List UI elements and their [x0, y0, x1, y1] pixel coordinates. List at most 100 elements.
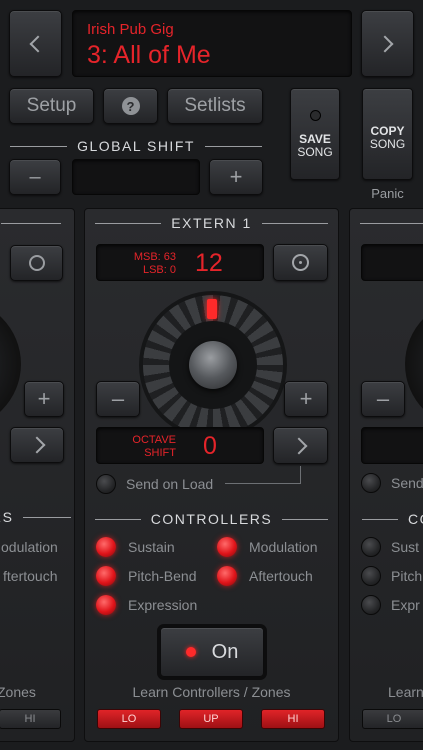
octave-label-1: OCTAVE [132, 434, 176, 446]
right-controller-1-led [361, 537, 381, 557]
midi-settings-button[interactable] [273, 244, 328, 281]
right-zone-lo[interactable]: LO [362, 709, 423, 729]
learn-on-led [185, 647, 196, 657]
song-display: Irish Pub Gig 3: All of Me [72, 10, 352, 77]
controller-modulation[interactable]: Modulation [217, 537, 318, 557]
learn-on-button[interactable]: On [160, 627, 264, 677]
left-learn-label: Zones [0, 684, 36, 700]
expression-led [96, 595, 116, 615]
learn-on-label: On [211, 640, 239, 663]
modulation-led [217, 537, 237, 557]
right-knob[interactable] [405, 299, 423, 429]
right-controllers-header: CO [362, 511, 423, 527]
right-controller-2[interactable]: Pitch [361, 566, 422, 586]
copy-label-2: SONG [369, 137, 406, 151]
octave-minus-button[interactable]: – [96, 381, 140, 417]
setlists-button[interactable]: Setlists [167, 88, 263, 124]
chevron-right-icon [290, 437, 307, 454]
right-instrument-panel: – Send CO Sust Pitch Expr Learn LO [349, 208, 423, 742]
octave-value: 0 [203, 432, 217, 460]
aftertouch-led [217, 566, 237, 586]
left-midi-button[interactable] [10, 245, 63, 281]
right-controller-3-led [361, 595, 381, 615]
save-indicator-led [309, 109, 321, 121]
send-on-load-label: Send on Load [126, 476, 214, 492]
octave-knob-ring [143, 295, 283, 435]
next-song-button[interactable] [361, 10, 414, 77]
right-controller-2-label: Pitch [391, 568, 423, 584]
help-icon: ? [121, 97, 140, 115]
global-shift-title: GLOBAL SHIFT [0, 138, 272, 154]
left-next-button[interactable] [10, 427, 64, 463]
left-header-line [1, 223, 61, 224]
left-instrument-panel: + RS odulation ftertouch Zones HI [0, 208, 75, 742]
octave-shift-display: OCTAVE SHIFT 0 [96, 427, 264, 464]
midi-port-icon [28, 255, 45, 271]
global-shift-minus-button[interactable]: – [9, 159, 61, 195]
setup-button[interactable]: Setup [9, 88, 94, 124]
octave-knob[interactable] [189, 341, 237, 389]
expression-label: Expression [128, 597, 198, 613]
left-knob[interactable] [0, 299, 21, 429]
save-label-2: SONG [297, 144, 333, 159]
right-controller-2-led [361, 566, 381, 586]
sustain-led [96, 537, 116, 557]
zone-up-button[interactable]: UP [179, 709, 243, 729]
global-shift-plus-button[interactable]: + [209, 159, 263, 195]
gig-name: Irish Pub Gig [87, 21, 174, 38]
help-button[interactable]: ? [103, 88, 158, 124]
midi-port-icon [292, 254, 309, 271]
right-learn-label: Learn [388, 684, 423, 700]
left-controllers-header: RS [0, 509, 71, 525]
msb-value: MSB: 63 [133, 251, 176, 263]
chevron-right-icon [28, 436, 46, 454]
lsb-value: LSB: 0 [142, 264, 176, 276]
controllers-title: CONTROLLERS [85, 511, 338, 527]
pitch-bend-led [96, 566, 116, 586]
left-plus-button[interactable]: + [24, 381, 64, 417]
right-controller-1-label: Sust [391, 539, 420, 555]
right-send-on-load[interactable]: Send [361, 473, 423, 493]
aftertouch-label: Aftertouch [249, 568, 313, 584]
right-controllers-rule [362, 518, 398, 520]
right-octave-display [361, 427, 423, 464]
chevron-left-icon [29, 35, 47, 52]
knob-indicator-led [207, 299, 217, 319]
right-header-line [360, 223, 423, 224]
program-display: MSB: 63 LSB: 0 12 [96, 244, 264, 281]
right-program-display [361, 244, 423, 281]
left-controllers-rule [23, 516, 71, 518]
modulation-label: Modulation [249, 539, 318, 555]
right-send-led [361, 473, 381, 493]
save-song-button[interactable]: SAVE SONG [290, 88, 340, 180]
save-label-1: SAVE [299, 131, 331, 146]
left-controller-2[interactable]: ftertouch [3, 568, 57, 584]
extern1-panel: EXTERN 1 MSB: 63 LSB: 0 12 – + OCTAVE SH… [84, 208, 339, 742]
pitch-bend-label: Pitch-Bend [128, 568, 197, 584]
right-minus-button[interactable]: – [361, 381, 405, 417]
send-on-load-led [96, 474, 116, 494]
right-controller-1[interactable]: Sust [361, 537, 419, 557]
left-zone-hi[interactable]: HI [0, 709, 61, 729]
controller-sustain[interactable]: Sustain [96, 537, 175, 557]
sustain-label: Sustain [128, 539, 175, 555]
send-on-load-bracket [225, 466, 301, 484]
panic-label[interactable]: Panic [362, 186, 413, 201]
controller-aftertouch[interactable]: Aftertouch [217, 566, 313, 586]
right-controllers-partial: CO [408, 511, 423, 527]
left-controller-1[interactable]: odulation [1, 539, 58, 555]
controller-expression[interactable]: Expression [96, 595, 197, 615]
zone-hi-button[interactable]: HI [261, 709, 325, 729]
extern1-title: EXTERN 1 [85, 215, 338, 231]
copy-song-button[interactable]: COPY SONG [362, 88, 413, 180]
octave-plus-button[interactable]: + [284, 381, 328, 417]
song-title: 3: All of Me [87, 41, 211, 69]
right-controller-3[interactable]: Expr [361, 595, 420, 615]
right-controller-3-label: Expr [391, 597, 420, 613]
previous-song-button[interactable] [9, 10, 62, 77]
controller-pitch-bend[interactable]: Pitch-Bend [96, 566, 196, 586]
program-number: 12 [195, 249, 223, 277]
global-shift-display [72, 159, 200, 195]
octave-next-button[interactable] [273, 427, 328, 464]
zone-lo-button[interactable]: LO [97, 709, 161, 729]
